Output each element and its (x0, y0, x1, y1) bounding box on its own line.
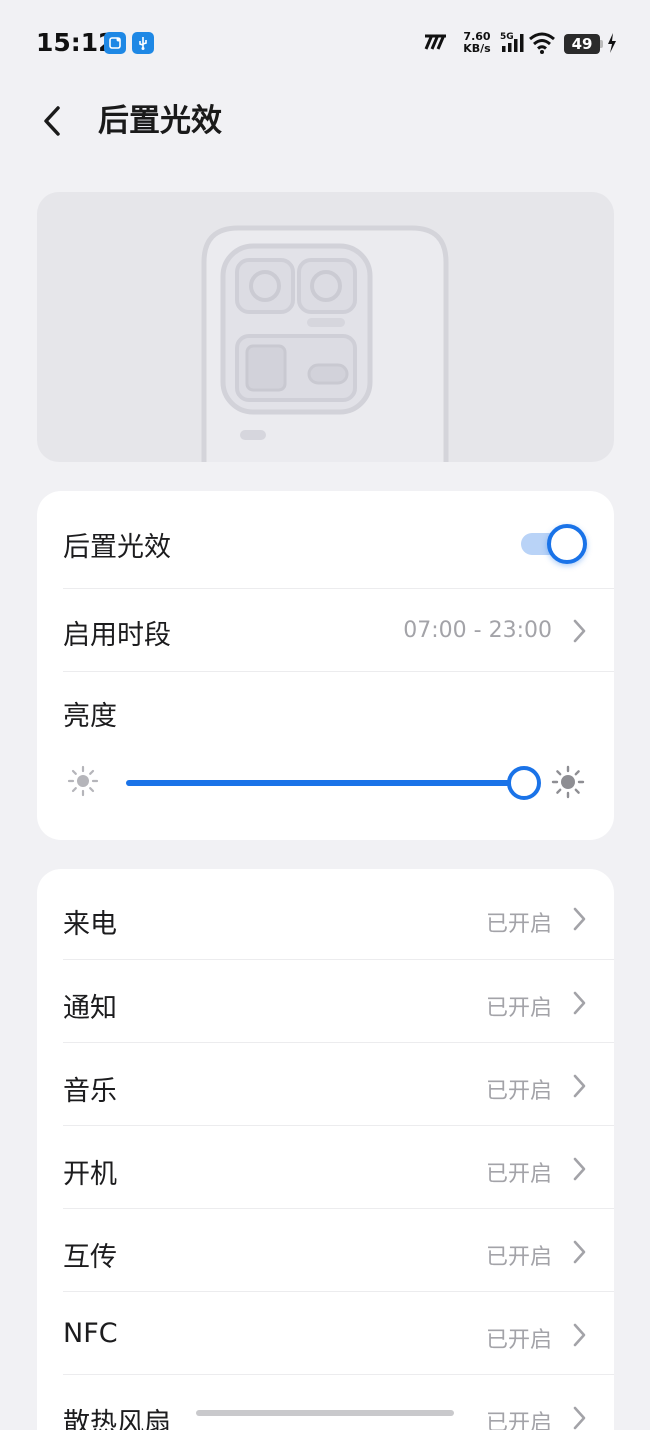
chevron-right-icon (573, 991, 586, 1015)
brightness-slider-knob[interactable] (507, 766, 541, 800)
trigger-status: 已开启 (485, 912, 552, 937)
light-effect-toggle[interactable] (517, 522, 589, 564)
trigger-label: 互传 (63, 1242, 117, 1273)
trigger-label: 散热风扇 (63, 1408, 171, 1430)
trigger-label: 开机 (63, 1159, 117, 1190)
brightness-label: 亮度 (63, 701, 117, 732)
trigger-label: 通知 (63, 993, 117, 1024)
status-bar: 15:12 7.60 KB/s 5G 49 (0, 0, 650, 88)
phone-back-preview (37, 192, 614, 462)
home-indicator[interactable] (196, 1410, 454, 1416)
trigger-label: NFC (63, 1318, 118, 1349)
trigger-list-card: 来电 已开启 通知 已开启 音乐 已开启 开机 已开启 互传 已开启 NFC 已… (37, 869, 614, 1430)
cellular-signal-icon: 5G (500, 32, 524, 52)
net-speed: 7.60 KB/s (463, 30, 491, 55)
brightness-high-icon (551, 765, 585, 799)
trigger-row-music[interactable]: 音乐 已开启 (37, 1043, 614, 1125)
page-title: 后置光效 (98, 103, 222, 139)
wifi-icon (529, 32, 555, 54)
trigger-label: 来电 (63, 909, 117, 940)
back-arrow-icon (44, 106, 60, 136)
light-effect-label: 后置光效 (63, 532, 171, 563)
trigger-status: 已开启 (485, 996, 552, 1021)
trigger-row-incoming-call[interactable]: 来电 已开启 (37, 869, 614, 959)
trigger-status: 已开启 (485, 1245, 552, 1270)
trigger-row-power-on[interactable]: 开机 已开启 (37, 1126, 614, 1208)
trigger-status: 已开启 (485, 1079, 552, 1104)
brightness-row: 亮度 (37, 672, 614, 840)
trigger-status: 已开启 (485, 1328, 552, 1353)
chevron-right-icon (573, 1323, 586, 1347)
light-settings-card: 后置光效 启用时段 07:00 - 23:00 亮度 (37, 491, 614, 840)
trigger-row-nfc[interactable]: NFC 已开启 (37, 1292, 614, 1374)
light-effect-row[interactable]: 后置光效 (37, 491, 614, 588)
carrier-icon (424, 34, 446, 50)
trigger-status: 已开启 (485, 1411, 552, 1430)
brightness-low-icon (67, 765, 99, 797)
chevron-right-icon (573, 619, 586, 643)
toggle-knob (547, 524, 587, 564)
schedule-label: 启用时段 (63, 620, 171, 651)
back-button[interactable] (34, 100, 74, 144)
schedule-row[interactable]: 启用时段 07:00 - 23:00 (37, 589, 614, 671)
schedule-value: 07:00 - 23:00 (403, 618, 552, 643)
app-notification-icon (104, 32, 126, 54)
trigger-row-notification[interactable]: 通知 已开启 (37, 960, 614, 1042)
chevron-right-icon (573, 1406, 586, 1430)
trigger-label: 音乐 (63, 1076, 117, 1107)
chevron-right-icon (573, 1074, 586, 1098)
chevron-right-icon (573, 1240, 586, 1264)
network-type: 5G (500, 32, 514, 42)
phone-back-illustration (201, 225, 449, 462)
trigger-row-cooling-fan[interactable]: 散热风扇 已开启 (37, 1375, 614, 1430)
chevron-right-icon (573, 1157, 586, 1181)
brightness-slider-track[interactable] (126, 780, 524, 786)
charging-icon (608, 33, 616, 53)
usb-icon (132, 32, 154, 54)
battery-tip (600, 40, 603, 48)
battery-icon: 49 (564, 34, 600, 54)
chevron-right-icon (573, 907, 586, 931)
trigger-row-transfer[interactable]: 互传 已开启 (37, 1209, 614, 1291)
trigger-status: 已开启 (485, 1162, 552, 1187)
